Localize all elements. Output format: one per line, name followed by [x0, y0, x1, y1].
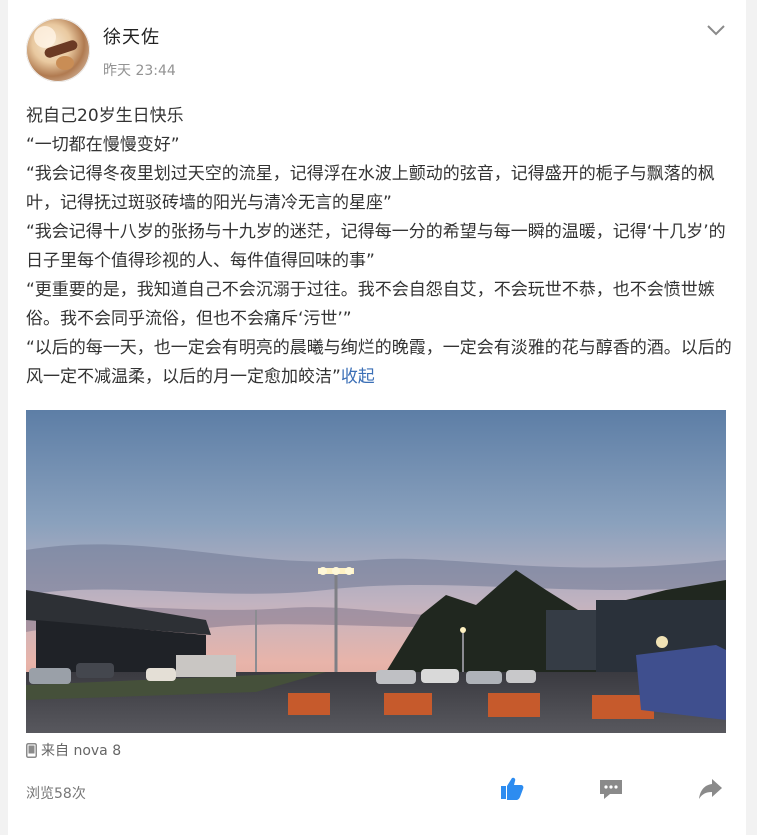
avatar-highlight: [34, 26, 56, 48]
post-line: “我会记得冬夜里划过天空的流星，记得浮在水波上颤动的弦音，记得盛开的栀子与飘落的…: [26, 164, 715, 213]
post-line-title: 祝自己20岁生日快乐: [26, 106, 184, 126]
post-card: 徐天佐 昨天 23:44 祝自己20岁生日快乐 “一切都在慢慢变好” “我会记得…: [8, 0, 746, 835]
post-line: “一切都在慢慢变好”: [26, 135, 180, 155]
phone-icon: [26, 742, 37, 758]
post-line: “我会记得十八岁的张扬与十九岁的迷茫，记得每一分的希望与每一瞬的温暖，记得‘十几…: [26, 222, 726, 271]
view-count: 浏览58次: [26, 786, 86, 802]
source-label: 来自 nova 8: [26, 740, 121, 760]
thumbs-up-icon[interactable]: [499, 776, 525, 802]
author-name[interactable]: 徐天佐: [103, 23, 160, 49]
post-body: 祝自己20岁生日快乐 “一切都在慢慢变好” “我会记得冬夜里划过天空的流星，记得…: [26, 102, 734, 392]
post-timestamp: 昨天 23:44: [103, 63, 176, 79]
post-line: “更重要的是，我知道自己不会沉溺于过往。我不会自怨自艾，不会玩世不恭，也不会愤世…: [26, 280, 715, 329]
source-text: 来自 nova 8: [41, 743, 122, 759]
post-line-last: “以后的每一天，也一定会有明亮的晨曦与绚烂的晚霞，一定会有淡雅的花与醇香的酒。以…: [26, 334, 734, 392]
post-photo[interactable]: [26, 410, 726, 733]
chevron-down-icon[interactable]: [706, 22, 726, 38]
comment-icon[interactable]: [598, 776, 624, 802]
post-line-text: “以后的每一天，也一定会有明亮的晨曦与绚烂的晚霞，一定会有淡雅的花与醇香的酒。以…: [26, 338, 732, 387]
share-icon[interactable]: [697, 776, 723, 802]
avatar-detail-2: [56, 56, 74, 70]
collapse-link[interactable]: 收起: [341, 367, 375, 387]
avatar[interactable]: [26, 18, 90, 82]
